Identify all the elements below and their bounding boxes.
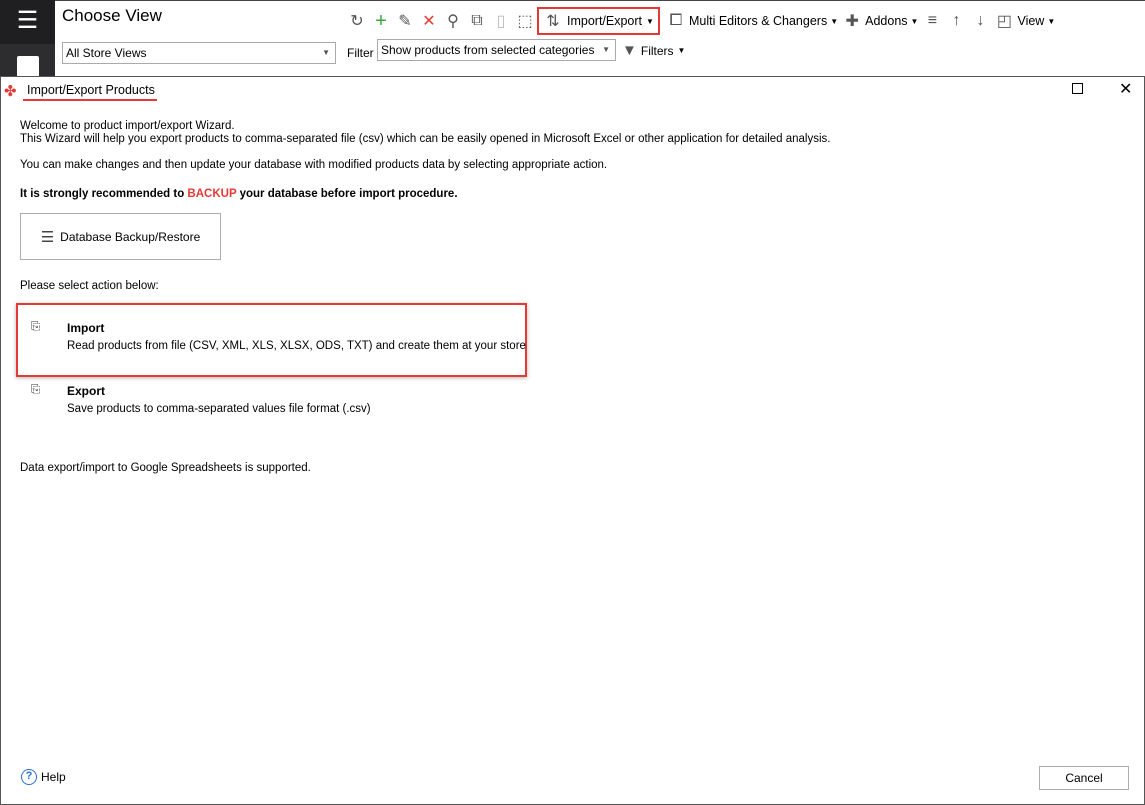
export-title: Export (67, 384, 106, 398)
export-description: Save products to comma-separated values … (67, 403, 371, 415)
filter-select[interactable]: Show products from selected categories ▼ (377, 39, 616, 61)
sidebar: ☰ (0, 0, 55, 76)
import-export-icon: ⇅ (546, 13, 560, 30)
choose-view-title: Choose View (62, 6, 162, 25)
title-highlight (23, 99, 157, 101)
view-button[interactable]: ◰ View ▼ (994, 11, 1055, 31)
filters-button[interactable]: ▼ Filters ▼ (622, 42, 685, 60)
store-view-select[interactable]: All Store Views ▼ (62, 42, 336, 64)
filter-label: Filter (347, 46, 374, 60)
import-export-dialog: ✤ Import/Export Products ✕ Welcome to pr… (0, 76, 1145, 805)
backup-button-label: Database Backup/Restore (60, 229, 201, 244)
backup-warning: It is strongly recommended to BACKUP you… (20, 188, 458, 200)
help-icon: ? (21, 769, 37, 785)
puzzle-icon: ✚ (845, 13, 859, 30)
chevron-down-icon: ▼ (322, 48, 330, 57)
move-down-icon[interactable]: ↓ (970, 12, 990, 30)
delete-icon[interactable]: ✕ (419, 11, 439, 31)
addons-button[interactable]: ✚ Addons ▼ (842, 11, 918, 31)
addons-label: Addons (865, 14, 908, 28)
chevron-down-icon: ▼ (830, 16, 839, 26)
description-text: This Wizard will help you export product… (20, 133, 831, 145)
store-view-value: All Store Views (66, 46, 147, 60)
paste-icon[interactable]: ▯ (491, 11, 511, 31)
import-action[interactable]: ⎘ Import Read products from file (CSV, XML… (31, 321, 526, 352)
view-label: View (1017, 14, 1045, 28)
warning-backup: BACKUP (187, 188, 237, 200)
select-action-text: Please select action below: (20, 280, 159, 292)
edit-icon[interactable]: ✎ (395, 11, 415, 31)
dialog-title: Import/Export Products (27, 83, 155, 97)
sort-icon[interactable]: ≡ (922, 12, 942, 30)
maximize-button[interactable] (1072, 83, 1083, 94)
warning-post: your database before import procedure. (236, 188, 458, 200)
chevron-down-icon: ▼ (910, 16, 919, 26)
refresh-icon[interactable]: ↻ (347, 11, 367, 31)
export-action[interactable]: ⎘ Export Save products to comma-separated … (31, 384, 371, 415)
database-backup-button[interactable]: ☰ Database Backup/Restore (20, 213, 221, 260)
funnel-icon: ▼ (622, 42, 637, 59)
import-description: Read products from file (CSV, XML, XLS, … (67, 340, 526, 352)
google-sheets-text: Data export/import to Google Spreadsheet… (20, 462, 311, 474)
multi-editors-button[interactable]: ⧠ Multi Editors & Changers ▼ (666, 12, 839, 30)
chevron-down-icon: ▼ (646, 16, 654, 26)
import-title: Import (67, 321, 105, 335)
help-link[interactable]: ? Help (21, 769, 66, 785)
eye-icon: ◰ (996, 13, 1013, 30)
move-up-icon[interactable]: ↑ (946, 12, 966, 30)
database-restore-icon: ☰ (40, 228, 55, 246)
close-button[interactable]: ✕ (1119, 79, 1132, 99)
store-icon[interactable] (17, 56, 39, 76)
search-icon[interactable]: ⚲ (443, 11, 463, 31)
import-export-button[interactable]: ⇅ Import/Export ▼ (537, 7, 660, 35)
cancel-button[interactable]: Cancel (1039, 766, 1129, 790)
changes-text: You can make changes and then update you… (20, 159, 608, 171)
help-label: Help (41, 770, 66, 784)
multi-editor-icon: ⧠ (669, 12, 683, 29)
chevron-down-icon: ▼ (1047, 16, 1056, 26)
filters-label: Filters (640, 44, 674, 58)
app-toolbar: Choose View All Store Views ▼ ↻ + ✎ ✕ ⚲ ⧉… (55, 0, 1145, 76)
add-icon[interactable]: + (371, 10, 391, 33)
folder-export-icon: ⎘ (31, 384, 41, 396)
import-export-label: Import/Export (567, 14, 643, 28)
folder-import-icon: ⎘ (31, 321, 41, 333)
app-logo-icon: ✤ (4, 83, 17, 100)
copy-icon[interactable]: ⧉ (467, 12, 487, 30)
menu-icon[interactable]: ☰ (0, 0, 55, 44)
chevron-down-icon: ▼ (677, 46, 686, 55)
welcome-text: Welcome to product import/export Wizard. (20, 120, 235, 132)
multi-editors-label: Multi Editors & Changers (688, 14, 828, 28)
chevron-down-icon: ▼ (602, 45, 610, 54)
duplicate-icon[interactable]: ⬚ (515, 11, 535, 31)
filter-value: Show products from selected categories (381, 43, 595, 57)
warning-pre: It is strongly recommended to (20, 188, 188, 200)
